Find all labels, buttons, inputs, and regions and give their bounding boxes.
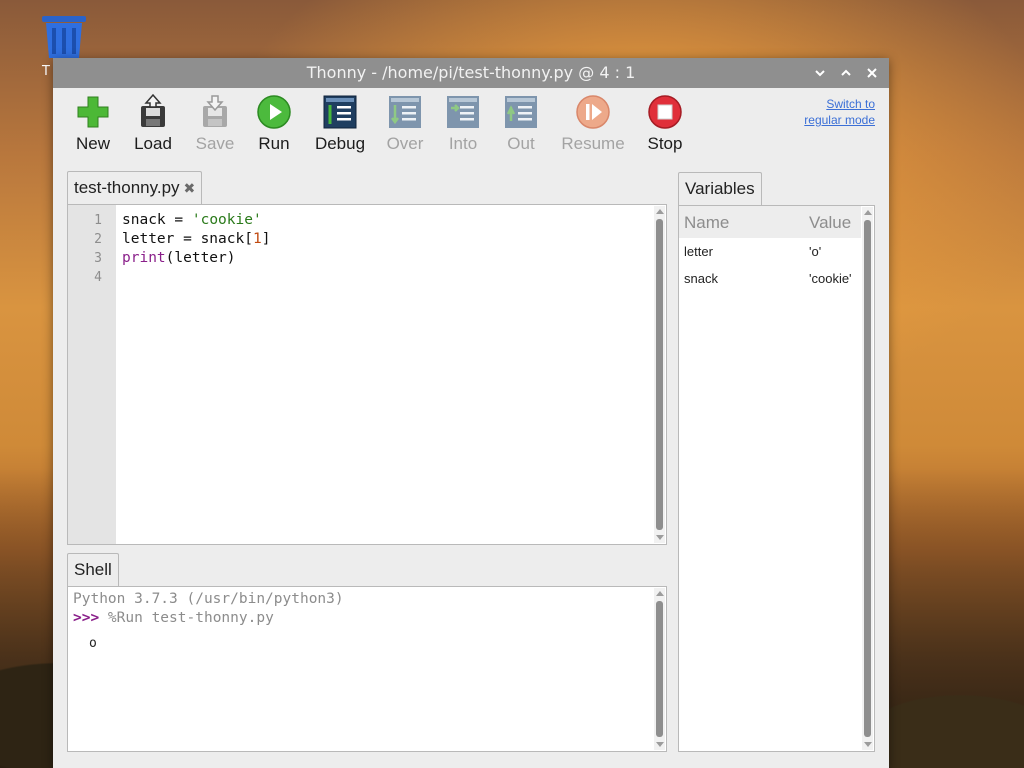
run-icon: [257, 95, 291, 129]
thonny-window: Thonny - /home/pi/test-thonny.py @ 4 : 1…: [53, 58, 889, 768]
shell-console[interactable]: Python 3.7.3 (/usr/bin/python3) >>> %Run…: [67, 586, 667, 752]
stop-button[interactable]: Stop: [632, 94, 698, 154]
scrollbar-thumb[interactable]: [656, 219, 663, 530]
step-out-icon: [505, 96, 537, 128]
shell-command: %Run test-thonny.py: [99, 610, 274, 626]
variable-name: snack: [684, 271, 718, 286]
shell-prompt: >>>: [73, 610, 100, 626]
stop-icon: [648, 95, 682, 129]
resume-icon: [576, 95, 610, 129]
run-label: Run: [258, 134, 290, 153]
builtin-keyword: print: [122, 250, 166, 266]
resume-label: Resume: [561, 134, 625, 153]
variables-header: Name Value: [679, 206, 861, 238]
scroll-up-icon[interactable]: [656, 209, 664, 214]
close-icon[interactable]: [865, 58, 879, 88]
debug-icon: [323, 95, 357, 129]
scroll-down-icon[interactable]: [656, 535, 664, 540]
code-token: ]: [261, 231, 271, 247]
save-button[interactable]: Save: [182, 94, 248, 154]
variables-panel[interactable]: Name Value letter 'o' snack 'cookie': [678, 205, 875, 752]
title-bar[interactable]: Thonny - /home/pi/test-thonny.py @ 4 : 1: [53, 58, 889, 88]
variable-value: 'cookie': [809, 271, 852, 286]
scrollbar-thumb[interactable]: [864, 220, 871, 737]
switch-mode-line-2: regular mode: [804, 113, 875, 127]
line-number: 3: [94, 251, 102, 266]
step-into-icon: [447, 96, 479, 128]
plus-icon: [77, 96, 109, 128]
variable-value: 'o': [809, 244, 822, 259]
step-out-button[interactable]: Out: [488, 94, 554, 154]
run-button[interactable]: Run: [241, 94, 307, 154]
save-icon: [203, 95, 227, 127]
tab-shell[interactable]: Shell: [67, 553, 119, 587]
tab-test-thonny[interactable]: test-thonny.py ✖: [67, 171, 203, 205]
trash-label: T: [42, 64, 50, 79]
scroll-down-icon[interactable]: [656, 742, 664, 747]
variable-name: letter: [684, 244, 713, 259]
stop-label: Stop: [647, 134, 683, 153]
code-line: snack = 'cookie': [122, 211, 652, 230]
switch-to-regular-mode-link[interactable]: Switch to regular mode: [785, 96, 875, 128]
code-token: letter = snack[: [122, 231, 253, 247]
step-into-label: Into: [448, 134, 478, 153]
code-token: =: [165, 212, 192, 228]
code-token: (letter): [165, 250, 236, 266]
new-button[interactable]: New: [60, 94, 126, 154]
load-button[interactable]: Load: [120, 94, 186, 154]
number-literal: 1: [252, 231, 262, 247]
column-header-value[interactable]: Value: [809, 213, 851, 233]
line-number: 2: [94, 232, 102, 247]
column-header-name[interactable]: Name: [684, 213, 729, 233]
shell-text[interactable]: Python 3.7.3 (/usr/bin/python3) >>> %Run…: [73, 590, 650, 653]
shell-tab-label: Shell: [74, 560, 112, 579]
variable-row[interactable]: letter 'o': [679, 238, 861, 265]
trash-icon[interactable]: [40, 14, 88, 60]
code-token: snack: [122, 212, 166, 228]
string-literal: 'cookie': [191, 212, 262, 228]
switch-mode-line-1: Switch to: [826, 97, 875, 111]
editor-scrollbar[interactable]: [654, 206, 665, 543]
shell-output: o: [89, 636, 97, 651]
new-label: New: [75, 134, 110, 153]
shell-banner: Python 3.7.3 (/usr/bin/python3): [73, 591, 344, 607]
code-editor[interactable]: 1 2 3 4 snack = 'cookie' letter = snack[…: [67, 204, 667, 545]
code-line: print(letter): [122, 249, 652, 268]
scroll-up-icon[interactable]: [864, 210, 872, 215]
step-into-button[interactable]: Into: [430, 94, 496, 154]
variable-row[interactable]: snack 'cookie': [679, 265, 861, 292]
load-icon: [141, 94, 165, 127]
shell-command-line: >>> %Run test-thonny.py: [73, 609, 650, 628]
save-label: Save: [195, 134, 235, 153]
scrollbar-thumb[interactable]: [656, 601, 663, 737]
variables-scrollbar[interactable]: [862, 207, 873, 750]
debug-button[interactable]: Debug: [307, 94, 373, 154]
shell-scrollbar[interactable]: [654, 588, 665, 750]
step-over-button[interactable]: Over: [372, 94, 438, 154]
tab-variables[interactable]: Variables: [678, 172, 762, 206]
code-line: letter = snack[1]: [122, 230, 652, 249]
variables-tab-label: Variables: [685, 179, 755, 198]
code-text[interactable]: snack = 'cookie' letter = snack[1] print…: [122, 211, 652, 287]
resume-button[interactable]: Resume: [548, 94, 638, 154]
scroll-up-icon[interactable]: [656, 591, 664, 596]
minimize-icon[interactable]: [813, 58, 827, 88]
line-number-gutter: 1 2 3 4: [68, 205, 116, 544]
load-label: Load: [134, 134, 172, 153]
window-title: Thonny - /home/pi/test-thonny.py @ 4 : 1: [306, 63, 636, 82]
line-number: 1: [94, 213, 102, 228]
editor-tab-label: test-thonny.py: [74, 178, 180, 197]
step-over-icon: [389, 96, 421, 128]
scroll-down-icon[interactable]: [864, 742, 872, 747]
line-number: 4: [94, 270, 102, 285]
close-tab-icon[interactable]: ✖: [184, 180, 196, 196]
maximize-icon[interactable]: [839, 58, 853, 88]
debug-label: Debug: [314, 134, 366, 153]
step-over-label: Over: [386, 134, 424, 153]
step-out-label: Out: [507, 134, 535, 153]
